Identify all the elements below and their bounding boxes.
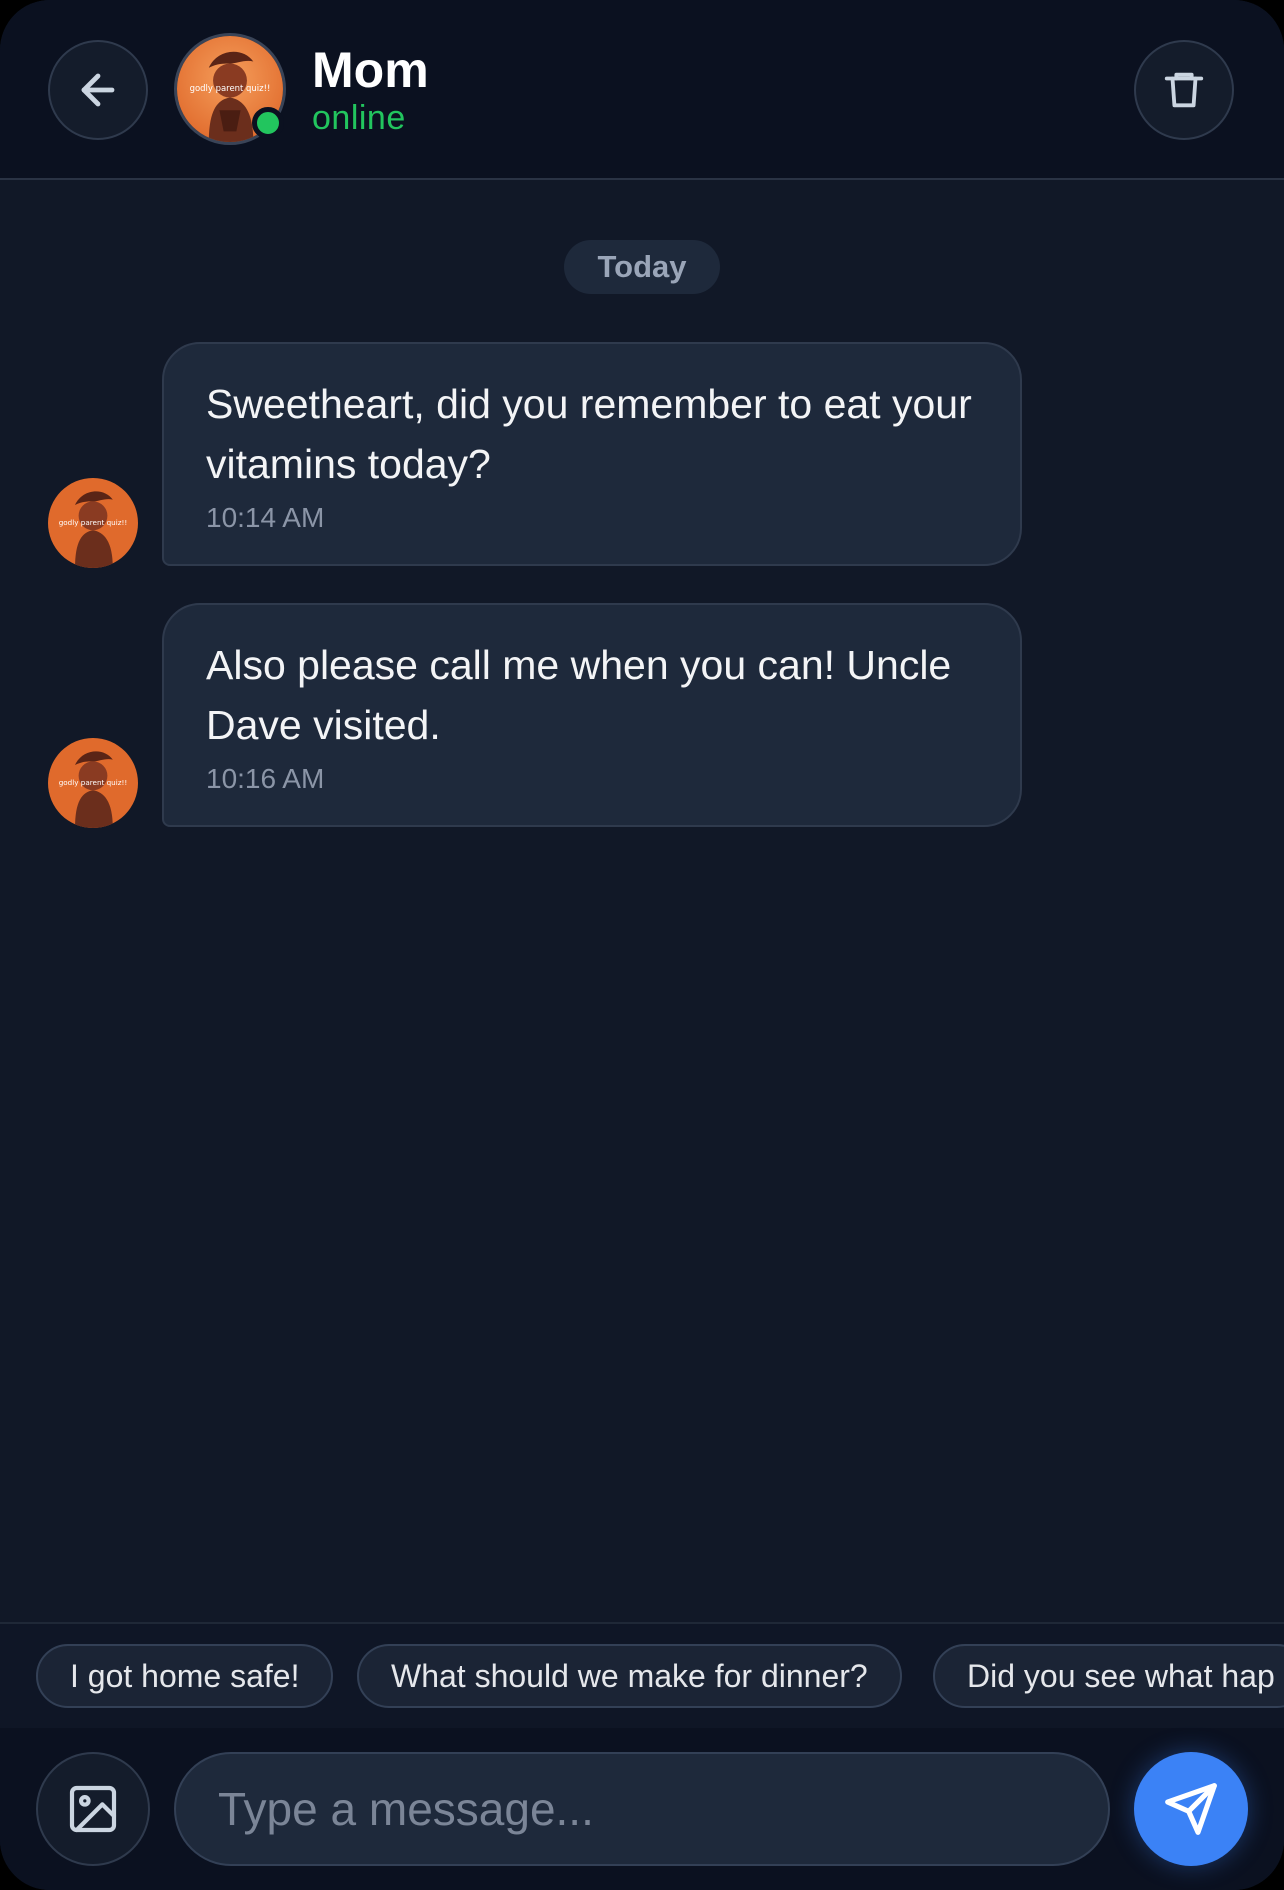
quick-reply-chip[interactable]: I got home safe! xyxy=(36,1644,334,1708)
online-indicator xyxy=(252,107,284,139)
svg-text:godly parent quiz!!: godly parent quiz!! xyxy=(59,518,128,527)
svg-text:godly parent quiz!!: godly parent quiz!! xyxy=(59,778,128,787)
message-text: Also please call me when you can! Uncle … xyxy=(206,642,952,748)
arrow-left-icon xyxy=(81,73,115,107)
delete-chat-button[interactable] xyxy=(1134,40,1234,140)
message-avatar: godly parent quiz!! xyxy=(48,478,138,568)
message-time: 10:16 AM xyxy=(206,763,325,794)
send-icon xyxy=(1165,1783,1217,1835)
quick-reply-chip[interactable]: What should we make for dinner? xyxy=(357,1644,902,1708)
message-bubble[interactable]: Also please call me when you can! Uncle … xyxy=(162,603,1022,827)
svg-text:godly parent quiz!!: godly parent quiz!! xyxy=(190,83,271,93)
contact-status: online xyxy=(312,99,406,137)
chat-screen: godly parent quiz!! Mom online Today god… xyxy=(0,0,1284,1890)
contact-avatar-wrap[interactable]: godly parent quiz!! xyxy=(174,33,286,145)
trash-icon xyxy=(1164,72,1204,108)
back-button[interactable] xyxy=(48,40,148,140)
attach-image-button[interactable] xyxy=(36,1752,150,1866)
message-bubble[interactable]: Sweetheart, did you remember to eat your… xyxy=(162,342,1022,566)
contact-name[interactable]: Mom xyxy=(312,40,429,100)
quick-reply-chip[interactable]: Did you see what hap xyxy=(933,1644,1284,1708)
image-icon xyxy=(69,1785,117,1833)
day-separator: Today xyxy=(564,240,720,294)
send-button[interactable] xyxy=(1134,1752,1248,1866)
message-composer xyxy=(0,1728,1284,1890)
message-text: Sweetheart, did you remember to eat your… xyxy=(206,381,972,487)
message-input[interactable] xyxy=(174,1752,1110,1866)
quick-replies-bar: I got home safe! What should we make for… xyxy=(0,1622,1284,1730)
message-avatar: godly parent quiz!! xyxy=(48,738,138,828)
message-time: 10:14 AM xyxy=(206,502,325,533)
chat-header: godly parent quiz!! Mom online xyxy=(0,0,1284,180)
